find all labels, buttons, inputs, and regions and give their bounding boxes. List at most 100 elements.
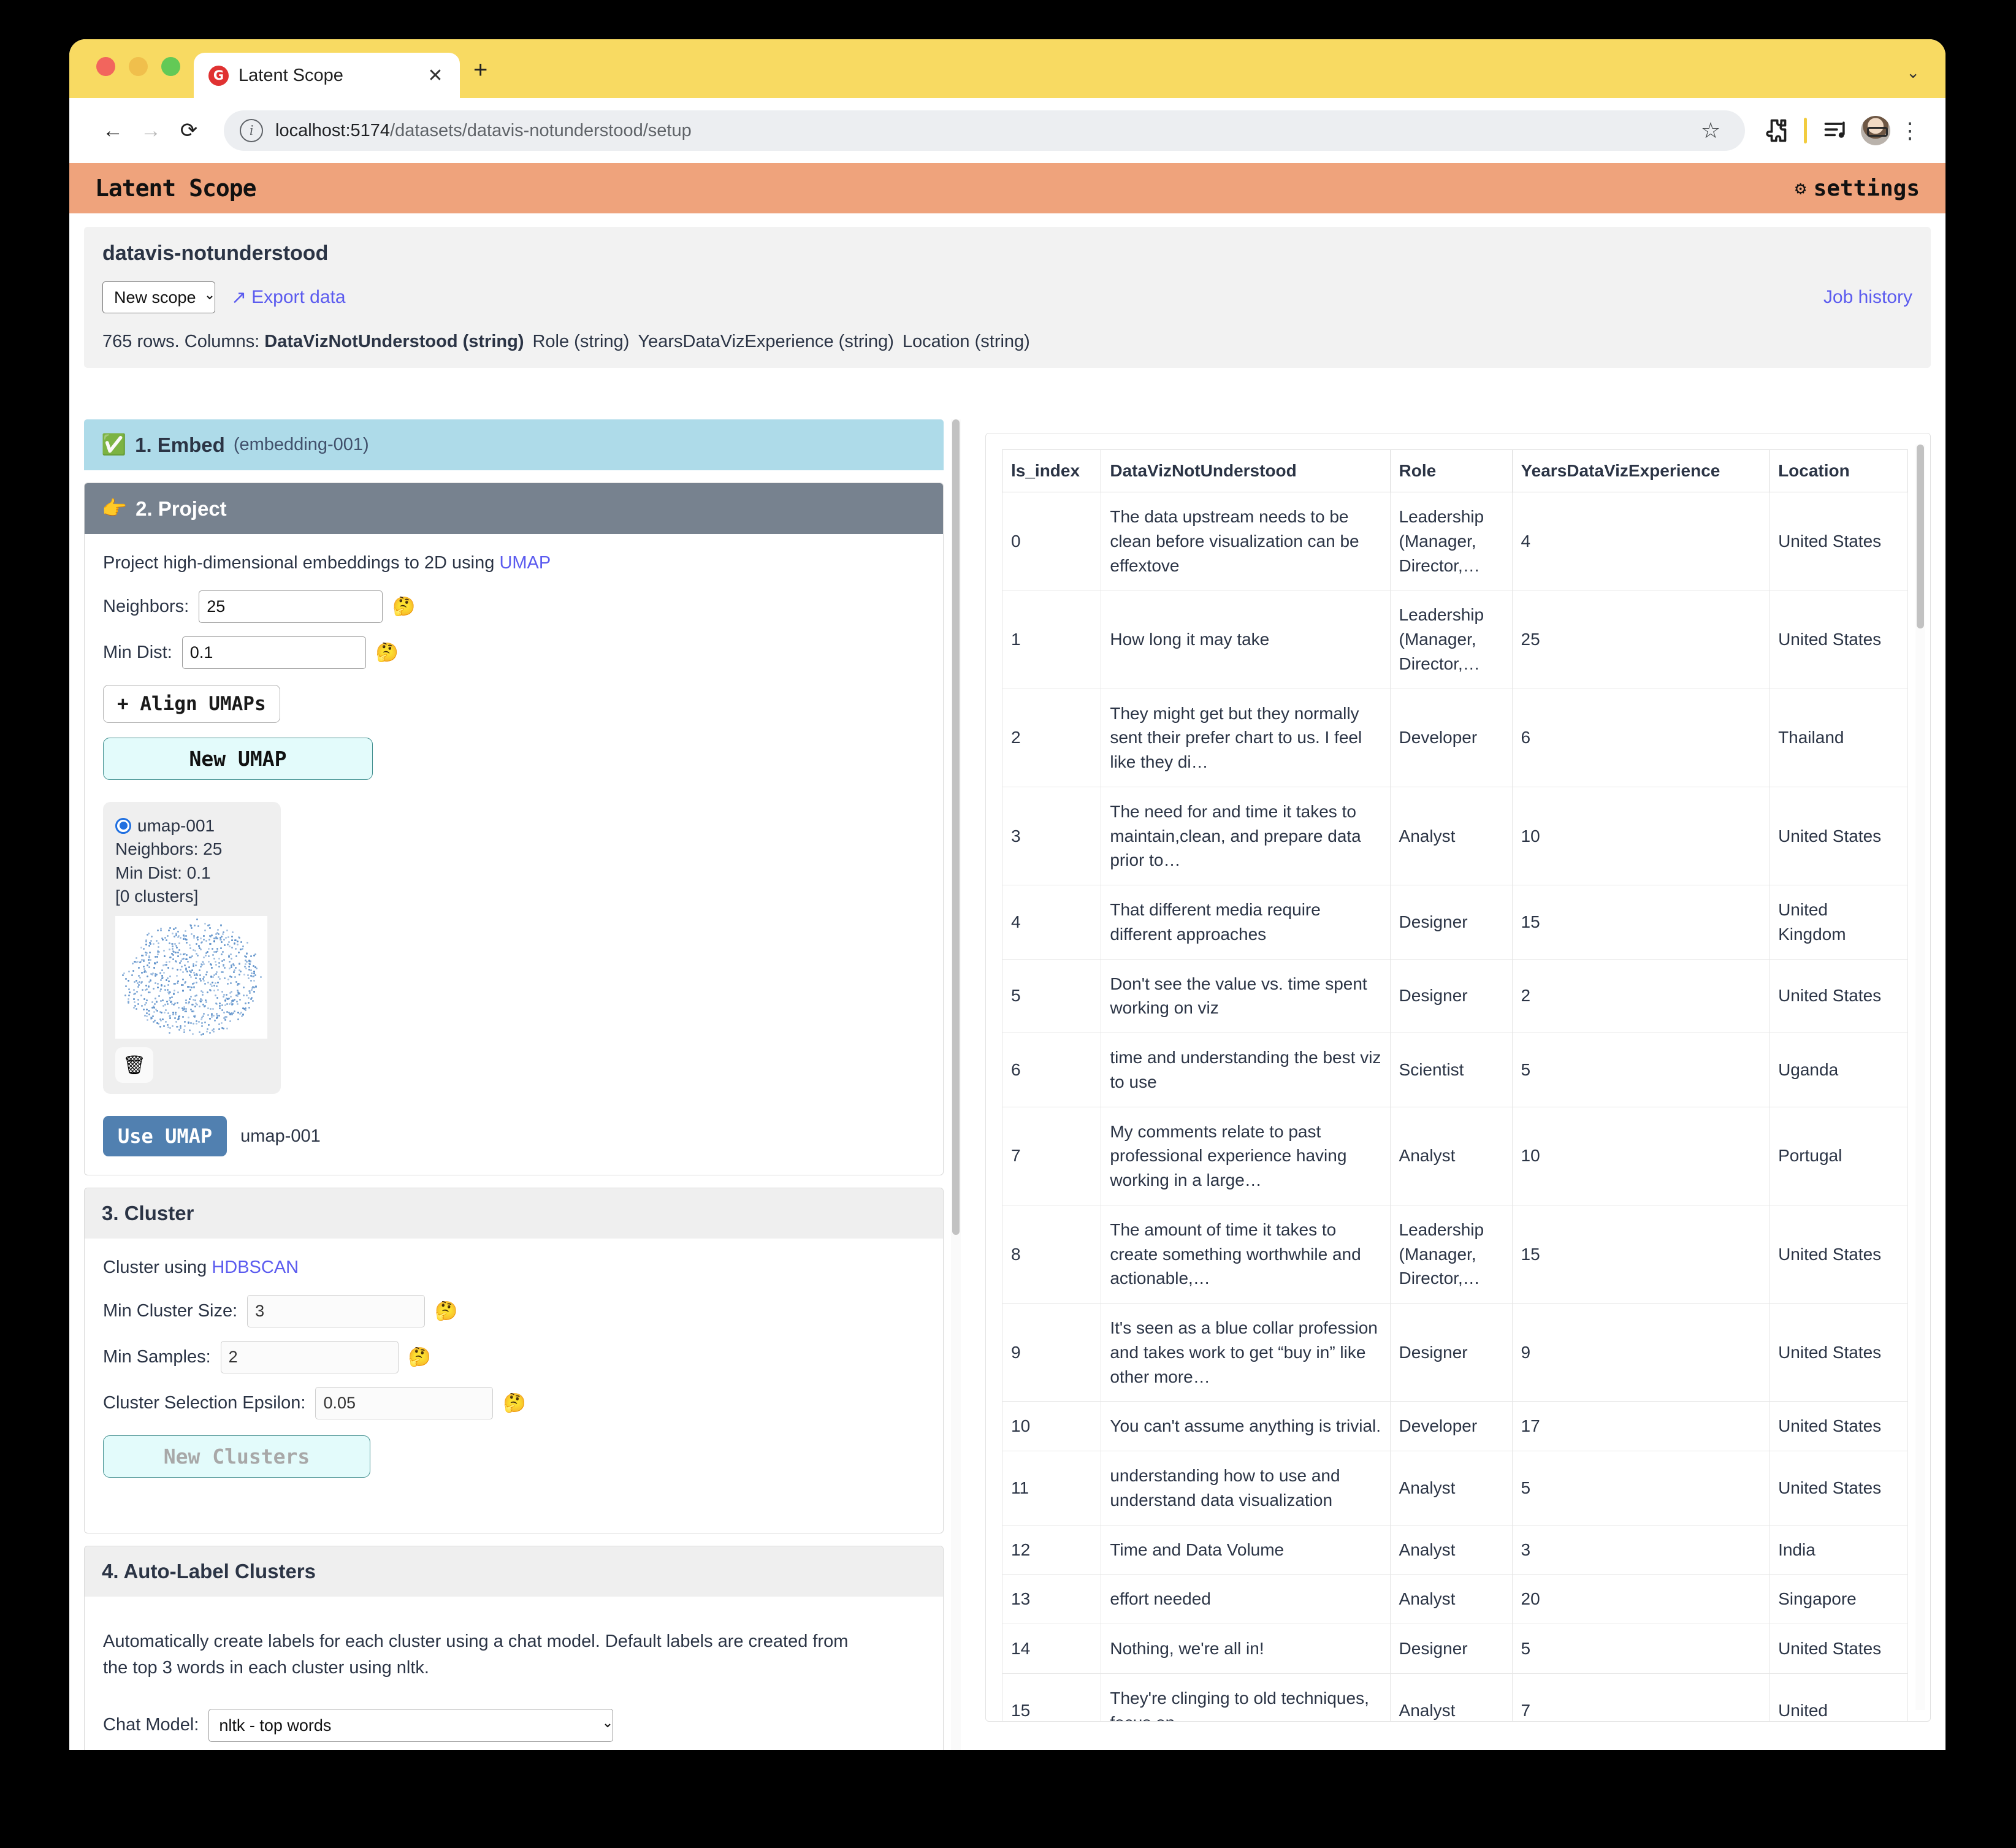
- table-cell: United States: [1769, 958, 1908, 1033]
- table-row[interactable]: 0 The data upstream needs to be clean bef…: [1002, 491, 1908, 591]
- address-bar[interactable]: i localhost:5174/datasets/datavis-notund…: [224, 110, 1745, 151]
- help-thinking-icon[interactable]: 🤔: [503, 1392, 525, 1414]
- step-project-header[interactable]: 👉 2. Project: [85, 483, 943, 534]
- table-row[interactable]: 15They're clinging to old techniques, fo…: [1002, 1673, 1908, 1721]
- table-row[interactable]: 6 time and understanding the best viz to …: [1002, 1033, 1908, 1107]
- export-data-link[interactable]: ↗ Export data: [231, 287, 346, 308]
- table-row[interactable]: 11 understanding how to use and understan…: [1002, 1451, 1908, 1525]
- reload-button[interactable]: ⟳: [170, 112, 208, 150]
- umap-scatter-thumbnail[interactable]: [115, 916, 267, 1039]
- table-row[interactable]: 3 The need for and time it takes to maint…: [1002, 786, 1908, 886]
- close-tab-icon[interactable]: ✕: [423, 65, 448, 86]
- table-row[interactable]: 1 How long it may take Leadership (Manager…: [1002, 590, 1908, 689]
- extensions-puzzle-icon[interactable]: [1756, 112, 1794, 150]
- minimize-window-button[interactable]: [129, 57, 148, 76]
- pipeline-scrollbar[interactable]: [951, 419, 961, 1750]
- browser-tab[interactable]: G Latent Scope ✕: [194, 53, 460, 98]
- umap-result-card[interactable]: umap-001 Neighbors: 25 Min Dist: 0.1 [0 …: [103, 801, 281, 1094]
- new-tab-icon[interactable]: +: [473, 58, 487, 82]
- step-embed-header[interactable]: ✅ 1. Embed (embedding-001): [84, 419, 944, 470]
- scatter-point: [161, 984, 162, 987]
- table-row[interactable]: 14 Nothing, we're all in! Designer 5 United …: [1002, 1624, 1908, 1674]
- table-cell: Don't see the value vs. time spent worki…: [1101, 958, 1391, 1033]
- min-dist-input[interactable]: [181, 636, 366, 669]
- table-row[interactable]: 2 They might get but they normally sent t…: [1002, 688, 1908, 787]
- job-history-link[interactable]: Job history: [1823, 287, 1912, 308]
- step-autolabel-header[interactable]: 4. Auto-Label Clusters: [85, 1546, 943, 1597]
- browser-menu-icon[interactable]: ⋮: [1899, 120, 1921, 141]
- back-button[interactable]: ←: [94, 112, 132, 150]
- column-header-role[interactable]: Role: [1389, 449, 1513, 492]
- table-cell: 25: [1511, 590, 1770, 689]
- new-umap-button[interactable]: New UMAP: [103, 737, 373, 780]
- bookmark-star-icon[interactable]: ☆: [1692, 112, 1729, 149]
- scatter-point: [226, 1010, 229, 1013]
- help-thinking-icon[interactable]: 🤔: [392, 596, 415, 617]
- table-row[interactable]: 9 It's seen as a blue collar profession a…: [1002, 1302, 1908, 1402]
- umap-doc-link[interactable]: UMAP: [499, 553, 551, 573]
- scatter-point: [175, 934, 177, 937]
- help-thinking-icon[interactable]: 🤔: [376, 642, 399, 663]
- scatter-point: [212, 1031, 215, 1033]
- neighbors-input[interactable]: [199, 590, 383, 623]
- min-samples-input[interactable]: [220, 1340, 399, 1373]
- scatter-point: [213, 958, 216, 960]
- table-row[interactable]: 12 Time and Data Volume Analyst 3 India: [1002, 1524, 1908, 1575]
- scatter-point: [183, 1031, 185, 1034]
- table-scrollbar[interactable]: [1915, 445, 1925, 1710]
- forward-button[interactable]: →: [132, 112, 170, 150]
- table-row[interactable]: 13 effort needed Analyst 20 Singapore: [1002, 1574, 1908, 1624]
- help-thinking-icon[interactable]: 🤔: [435, 1300, 457, 1322]
- main-content: ✅ 1. Embed (embedding-001) 👉 2. Project …: [69, 419, 1945, 1750]
- table-row[interactable]: 5 Don't see the value vs. time spent work…: [1002, 958, 1908, 1033]
- step-cluster-header[interactable]: 3. Cluster: [85, 1188, 943, 1239]
- media-playlist-icon[interactable]: [1817, 112, 1855, 150]
- scatter-point: [218, 978, 221, 980]
- site-info-icon[interactable]: i: [240, 119, 263, 142]
- scatter-point: [205, 939, 208, 942]
- align-umaps-button[interactable]: + Align UMAPs: [103, 684, 280, 723]
- table-cell: That different media require different a…: [1101, 885, 1391, 960]
- scatter-point: [159, 990, 161, 993]
- help-thinking-icon[interactable]: 🤔: [408, 1346, 431, 1368]
- scatter-point: [231, 947, 234, 949]
- scatter-point: [146, 952, 148, 954]
- scatter-point: [209, 988, 212, 991]
- column-header-years[interactable]: YearsDataVizExperience: [1511, 449, 1770, 492]
- column-header-datavis[interactable]: DataVizNotUnderstood: [1101, 449, 1391, 492]
- scatter-point: [210, 1012, 213, 1015]
- chat-model-select[interactable]: nltk - top words: [208, 1708, 614, 1742]
- new-clusters-button[interactable]: New Clusters: [103, 1435, 370, 1478]
- chevron-down-icon[interactable]: ⌄: [1906, 63, 1920, 82]
- scope-select[interactable]: New scope: [102, 281, 215, 313]
- scatter-point: [202, 961, 204, 964]
- column-header-ls-index[interactable]: ls_index: [1002, 449, 1102, 492]
- table-row[interactable]: 4 That different media require different …: [1002, 885, 1908, 960]
- use-umap-button[interactable]: Use UMAP: [103, 1116, 227, 1156]
- scatter-point: [247, 996, 250, 999]
- delete-umap-button[interactable]: 🗑: [115, 1047, 153, 1083]
- avatar[interactable]: [1861, 116, 1890, 145]
- epsilon-input[interactable]: [315, 1386, 494, 1419]
- app-header: Latent Scope ⚙ settings: [69, 163, 1945, 213]
- umap-radio[interactable]: [115, 817, 131, 834]
- close-window-button[interactable]: [96, 57, 115, 76]
- table-row[interactable]: 8 The amount of time it takes to create s…: [1002, 1204, 1908, 1304]
- table-cell: Developer: [1389, 688, 1513, 787]
- column-header-location[interactable]: Location: [1769, 449, 1908, 492]
- pipeline-scrollbar-thumb[interactable]: [952, 419, 960, 1235]
- table-scrollbar-thumb[interactable]: [1917, 445, 1924, 628]
- min-cluster-size-input[interactable]: [247, 1294, 426, 1327]
- table-row[interactable]: 10 You can't assume anything is trivial. D…: [1002, 1401, 1908, 1451]
- scatter-point: [229, 991, 231, 994]
- table-row[interactable]: 7 My comments relate to past professional…: [1002, 1106, 1908, 1205]
- umap-select-row[interactable]: umap-001: [115, 814, 269, 838]
- table-cell: Scientist: [1389, 1033, 1513, 1107]
- browser-toolbar: ← → ⟳ i localhost:5174/datasets/datavis-…: [69, 98, 1945, 163]
- scatter-point: [186, 971, 189, 973]
- settings-button[interactable]: ⚙ settings: [1795, 176, 1920, 201]
- maximize-window-button[interactable]: [161, 57, 180, 76]
- scatter-point: [235, 966, 237, 969]
- scatter-point: [236, 989, 239, 991]
- hdbscan-doc-link[interactable]: HDBSCAN: [212, 1258, 299, 1277]
